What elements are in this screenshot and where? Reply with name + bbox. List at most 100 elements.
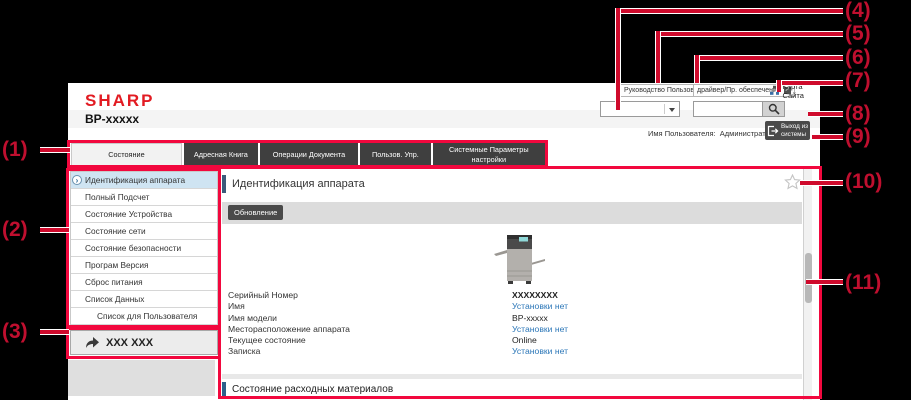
callout-number-right-6: (9): [845, 126, 871, 147]
logout-button[interactable]: Выход из системы: [765, 121, 810, 140]
callout-line: [655, 31, 843, 37]
row-value: XXXXXXXX: [512, 290, 558, 301]
section-title-bar: [222, 175, 226, 193]
row-value: Online: [512, 335, 537, 346]
sidebar-item-label: Список для Пользователя: [97, 311, 197, 321]
scrollbar-track[interactable]: [803, 168, 812, 400]
custom-link-button[interactable]: XXX XXX: [70, 330, 218, 355]
sidebar-item-label: Програм Версия: [85, 260, 149, 270]
annotated-screenshot: SHARP BP-xxxxx Руководство Пользователя …: [0, 0, 911, 400]
sidebar-menu: ›Идентификация аппарата Полный Подсчет Сос…: [70, 171, 218, 325]
tab-5[interactable]: Системные Параметры настройки: [433, 143, 545, 166]
callout-number-right-5: (8): [845, 103, 871, 124]
callout-number-right-1: (4): [845, 0, 871, 21]
favorite-star-button[interactable]: [784, 174, 801, 195]
printer-image: [488, 227, 550, 292]
section-title-bar: [222, 382, 226, 397]
callout-line: [40, 227, 69, 233]
sidebar-item-label: Идентификация аппарата: [85, 175, 185, 185]
sidebar-item-5[interactable]: Состояние безопасности: [71, 240, 217, 257]
sidebar-item-7[interactable]: Сброс питания: [71, 274, 217, 291]
callout-line: [40, 147, 70, 153]
callout-number-right-4: (7): [845, 70, 871, 91]
sidebar-item-label: Полный Подсчет: [85, 192, 149, 202]
callout-line: [40, 329, 69, 335]
sidebar-item-label: Состояние безопасности: [85, 243, 181, 253]
row-value-link[interactable]: Установки нет: [512, 324, 568, 335]
row-value-link[interactable]: Установки нет: [512, 346, 568, 357]
selected-item-icon: ›: [72, 175, 82, 185]
callout-line: [655, 31, 661, 83]
tab-2[interactable]: Адресная Книга: [184, 143, 258, 166]
table-row: Серийный НомерXXXXXXXX: [228, 290, 788, 301]
driver-software-label: драйвер/Пр. обеспечение: [697, 87, 781, 94]
search-input[interactable]: [693, 101, 762, 117]
tab-bar: СостояниеАдресная КнигаОперации Документ…: [71, 143, 545, 166]
sidebar-item-9[interactable]: Список для Пользователя: [71, 308, 217, 325]
row-value-link[interactable]: Установки нет: [512, 301, 568, 312]
sitemap-link[interactable]: Карта Сайта: [770, 84, 820, 97]
webpage: SHARP BP-xxxxx Руководство Пользователя …: [68, 83, 820, 400]
model-name: BP-xxxxx: [85, 112, 139, 126]
search-button[interactable]: [762, 101, 785, 117]
sidebar-item-label: Состояние Устройства: [85, 209, 172, 219]
scrollbar-thumb[interactable]: [805, 253, 812, 303]
search-icon: [768, 103, 780, 115]
chevron-down-icon: [669, 108, 675, 112]
tab-4[interactable]: Пользов. Упр.: [360, 143, 430, 166]
row-label: Месторасположение аппарата: [228, 324, 512, 335]
sidebar-item-3[interactable]: Состояние Устройства: [71, 206, 217, 223]
user-name-label: Имя Пользователя:: [648, 129, 716, 138]
content-toolbar: Обновление: [222, 202, 802, 224]
supplies-status-title: Состояние расходных материалов: [232, 384, 393, 395]
sidebar-item-6[interactable]: Програм Версия: [71, 257, 217, 274]
row-label: Серийный Номер: [228, 290, 512, 301]
shortcut-arrow-icon: [85, 336, 100, 349]
callout-number-right-8: (11): [845, 272, 881, 293]
sitemap-label: Карта Сайта: [782, 82, 820, 100]
callout-line: [615, 8, 843, 14]
sitemap-icon: [770, 85, 779, 96]
search-area: [693, 101, 785, 117]
row-value: BP-xxxxx: [512, 313, 548, 324]
callout-line: [694, 55, 700, 83]
device-info-table: Серийный НомерXXXXXXXXИмяУстановки нетИм…: [228, 290, 788, 358]
star-icon: [784, 174, 801, 190]
callout-number-right-2: (5): [845, 23, 871, 44]
sidebar-footer: [68, 360, 215, 396]
custom-link-label: XXX XXX: [106, 337, 153, 349]
callout-number-left-2: (2): [2, 219, 28, 240]
sidebar-item-label: Список Данных: [85, 294, 144, 304]
sidebar-item-1[interactable]: ›Идентификация аппарата: [71, 172, 217, 189]
select-separator: [664, 104, 665, 114]
table-row: Имя моделиBP-xxxxx: [228, 313, 788, 324]
table-row: Месторасположение аппаратаУстановки нет: [228, 324, 788, 335]
row-label: Текущее состояние: [228, 335, 512, 346]
sharp-logo: SHARP: [85, 91, 155, 111]
callout-number-right-7: (10): [845, 171, 882, 192]
row-label: Имя модели: [228, 313, 512, 324]
sidebar-item-label: Состояние сети: [85, 226, 146, 236]
sidebar-item-2[interactable]: Полный Подсчет: [71, 189, 217, 206]
refresh-button[interactable]: Обновление: [228, 205, 283, 220]
sidebar-item-4[interactable]: Состояние сети: [71, 223, 217, 240]
logout-label: Выход из системы: [781, 123, 808, 137]
page-title: Идентификация аппарата: [232, 178, 365, 190]
callout-number-left-3: (3): [2, 321, 28, 342]
user-name-line: Имя Пользователя: Администратор: [648, 129, 774, 138]
callout-line: [694, 55, 843, 61]
tab-1[interactable]: Состояние: [71, 143, 182, 166]
language-select[interactable]: [600, 101, 680, 117]
callout-number-left-1: (1): [2, 139, 28, 160]
table-row: Текущее состояниеOnline: [228, 335, 788, 346]
table-row: ИмяУстановки нет: [228, 301, 788, 312]
sidebar-item-label: Сброс питания: [85, 277, 143, 287]
callout-number-right-3: (6): [845, 47, 871, 68]
section-divider: [222, 374, 802, 379]
tab-3[interactable]: Операции Документа: [260, 143, 358, 166]
row-label: Имя: [228, 301, 512, 312]
table-row: ЗапискаУстановки нет: [228, 346, 788, 357]
sidebar-item-8[interactable]: Список Данных: [71, 291, 217, 308]
logout-icon: [767, 125, 779, 137]
row-label: Записка: [228, 346, 512, 357]
